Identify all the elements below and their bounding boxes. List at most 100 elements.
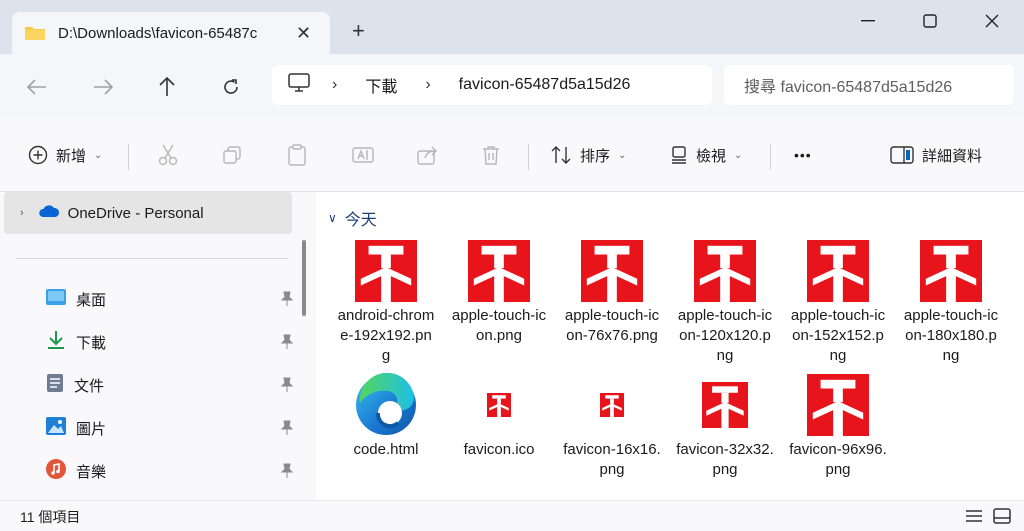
chevron-right-icon[interactable]: › <box>20 207 24 219</box>
address-bar[interactable]: › 下載 › favicon-65487d5a15d26 <box>272 65 712 105</box>
pin-icon[interactable] <box>280 377 294 393</box>
file-item[interactable]: favicon-16x16.png <box>560 370 664 480</box>
sidebar-item-label: 桌面 <box>76 291 107 309</box>
file-item[interactable]: favicon-96x96.png <box>786 370 890 480</box>
maximize-button[interactable] <box>910 10 950 32</box>
chevron-down-icon: ⌄ <box>734 149 743 161</box>
desktop-icon <box>46 289 66 309</box>
favicon-image-icon <box>560 370 664 440</box>
favicon-image-icon <box>560 236 664 306</box>
file-name: apple-touch-icon.png <box>451 307 547 344</box>
tab-close-button[interactable]: ✕ <box>296 23 311 44</box>
onedrive-cloud-icon <box>38 204 60 222</box>
sidebar-item-pictures[interactable]: 圖片 <box>46 413 294 443</box>
pin-icon[interactable] <box>280 334 294 350</box>
chevron-down-icon: ⌄ <box>618 149 627 161</box>
view-button[interactable]: 檢視 ⌄ <box>670 142 742 168</box>
command-bar: 新增 ⌄ 排序 ⌄ 檢視 ⌄ ••• 詳細資料 <box>0 118 1024 192</box>
tab-current[interactable]: D:\Downloads\favicon-65487c ✕ <box>12 12 330 54</box>
close-window-button[interactable] <box>972 10 1012 32</box>
file-item[interactable]: favicon.ico <box>447 370 551 460</box>
forward-button[interactable] <box>88 72 118 102</box>
pin-icon[interactable] <box>280 291 294 307</box>
file-name: android-chrome-192x192.png <box>337 307 435 364</box>
more-options-button[interactable]: ••• <box>794 142 812 168</box>
file-item[interactable]: code.html <box>334 370 438 460</box>
pin-icon[interactable] <box>280 420 294 436</box>
group-header-label: 今天 <box>344 212 377 229</box>
divider <box>128 144 129 170</box>
status-bar: 11 個項目 <box>0 500 1024 531</box>
details-pane-icon <box>890 146 914 164</box>
scrollbar-thumb[interactable] <box>302 240 306 316</box>
pin-icon[interactable] <box>280 463 294 479</box>
sidebar-item-downloads[interactable]: 下載 <box>46 327 294 357</box>
favicon-image-icon <box>334 236 438 306</box>
details-pane-button[interactable]: 詳細資料 <box>890 142 982 168</box>
file-item[interactable]: apple-touch-icon.png <box>447 236 551 346</box>
document-icon <box>46 373 64 397</box>
picture-icon <box>46 417 66 439</box>
scissors-icon <box>158 144 178 166</box>
file-name: code.html <box>353 441 419 458</box>
sidebar-item-label: OneDrive - Personal <box>67 204 204 222</box>
divider <box>770 144 771 170</box>
cut-button[interactable] <box>158 142 178 168</box>
file-name: favicon.ico <box>463 441 535 458</box>
tab-title: D:\Downloads\favicon-65487c <box>58 24 258 42</box>
group-header[interactable]: ∨ 今天 <box>328 206 377 230</box>
favicon-image-icon <box>786 370 890 440</box>
file-item[interactable]: apple-touch-icon-152x152.png <box>786 236 890 366</box>
breadcrumb-separator[interactable]: › <box>332 76 337 94</box>
chevron-down-icon: ⌄ <box>94 149 103 161</box>
file-item[interactable]: apple-touch-icon-76x76.png <box>560 236 664 346</box>
refresh-button[interactable] <box>216 72 246 102</box>
up-button[interactable] <box>152 72 182 102</box>
sidebar-item-onedrive[interactable]: › OneDrive - Personal <box>4 192 292 234</box>
sidebar-item-label: 文件 <box>74 377 105 395</box>
file-name: favicon-16x16.png <box>563 441 661 478</box>
paste-button[interactable] <box>287 142 307 168</box>
favicon-image-icon <box>673 370 777 440</box>
file-item[interactable]: android-chrome-192x192.png <box>334 236 438 366</box>
sort-icon <box>551 146 571 164</box>
sidebar-item-music[interactable]: 音樂 <box>46 456 294 486</box>
tiles-view-button[interactable] <box>990 506 1014 526</box>
divider <box>16 258 288 259</box>
file-name: apple-touch-icon-120x120.png <box>677 307 773 364</box>
file-list: ∨ 今天 android-chrome-192x192.png apple-tou… <box>316 192 1024 500</box>
favicon-image-icon <box>447 236 551 306</box>
delete-button[interactable] <box>482 142 500 168</box>
file-item[interactable]: favicon-32x32.png <box>673 370 777 480</box>
file-item[interactable]: apple-touch-icon-180x180.png <box>899 236 1003 366</box>
details-view-button[interactable] <box>962 506 986 526</box>
minimize-button[interactable] <box>848 10 888 32</box>
breadcrumb-favicon-folder[interactable]: favicon-65487d5a15d26 <box>459 76 631 94</box>
file-item[interactable]: apple-touch-icon-120x120.png <box>673 236 777 366</box>
file-name: apple-touch-icon-180x180.png <box>903 307 999 364</box>
share-icon <box>417 146 437 165</box>
sidebar-item-documents[interactable]: 文件 <box>46 370 294 400</box>
navigation-bar: › 下載 › favicon-65487d5a15d26 搜尋 favicon-… <box>0 54 1024 118</box>
sidebar-item-label: 圖片 <box>76 420 107 438</box>
view-icon <box>672 146 686 164</box>
search-input[interactable]: 搜尋 favicon-65487d5a15d26 <box>724 65 1014 105</box>
sidebar-item-desktop[interactable]: 桌面 <box>46 284 294 314</box>
plus-circle-icon <box>28 145 48 165</box>
edge-browser-icon <box>334 370 438 440</box>
file-name: favicon-96x96.png <box>789 441 887 478</box>
share-button[interactable] <box>417 142 439 168</box>
details-pane-label: 詳細資料 <box>922 147 983 165</box>
back-button[interactable] <box>22 72 52 102</box>
computer-icon <box>288 73 310 97</box>
rename-button[interactable] <box>352 142 374 168</box>
copy-button[interactable] <box>222 142 242 168</box>
breadcrumb-downloads[interactable]: 下載 <box>365 73 397 97</box>
new-tab-button[interactable]: + <box>352 18 365 44</box>
chevron-down-icon: ∨ <box>328 211 337 225</box>
sort-button[interactable]: 排序 ⌄ <box>550 142 626 168</box>
new-button-label: 新增 <box>56 147 87 165</box>
file-name: apple-touch-icon-76x76.png <box>564 307 660 344</box>
new-button[interactable]: 新增 ⌄ <box>28 142 102 168</box>
breadcrumb-separator[interactable]: › <box>425 76 430 94</box>
